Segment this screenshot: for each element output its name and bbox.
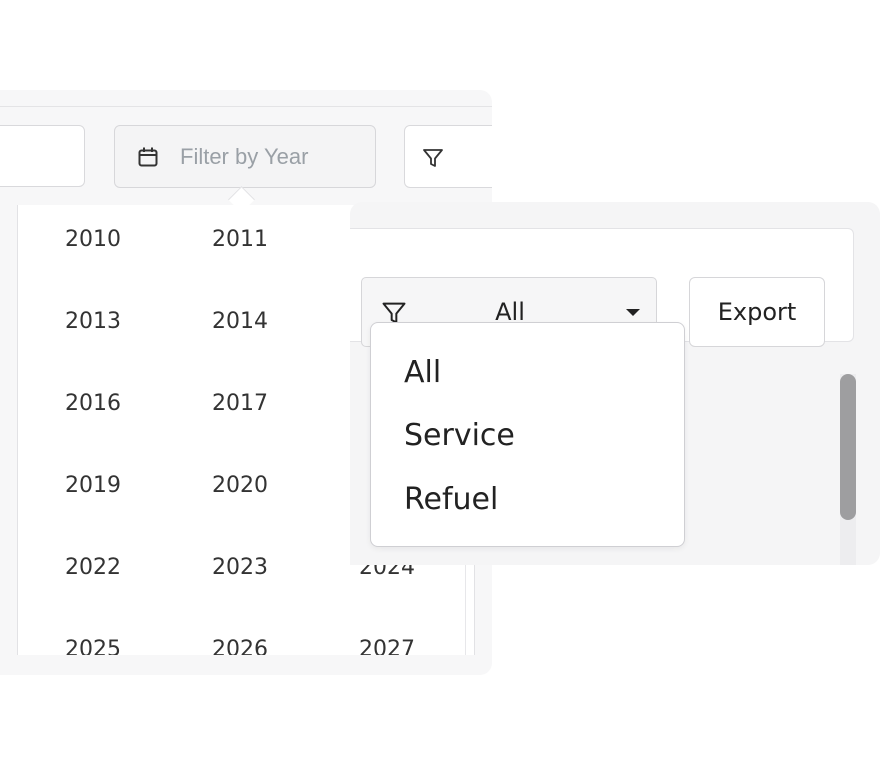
year-option[interactable]: 2025 bbox=[65, 636, 121, 655]
search-field[interactable] bbox=[0, 125, 85, 187]
panel-divider bbox=[0, 106, 492, 107]
caret-down-icon bbox=[626, 309, 640, 316]
year-option[interactable]: 2026 bbox=[212, 636, 268, 655]
type-filter-menu: All Service Refuel bbox=[370, 322, 685, 547]
year-option[interactable]: 2019 bbox=[65, 472, 121, 500]
year-option[interactable]: 2016 bbox=[65, 390, 121, 418]
year-option[interactable]: 2011 bbox=[212, 226, 268, 254]
export-button[interactable]: Export bbox=[689, 277, 825, 347]
calendar-icon bbox=[138, 147, 158, 167]
scrollbar-thumb[interactable] bbox=[840, 374, 856, 520]
year-option[interactable]: 2027 bbox=[359, 636, 415, 655]
year-option[interactable]: 2014 bbox=[212, 308, 268, 336]
year-option[interactable]: 2013 bbox=[65, 308, 121, 336]
menu-item-service[interactable]: Service bbox=[404, 418, 515, 454]
year-option[interactable]: 2010 bbox=[65, 226, 121, 254]
year-filter-input[interactable]: Filter by Year bbox=[114, 125, 376, 188]
filter-button[interactable] bbox=[404, 125, 492, 188]
year-filter-placeholder: Filter by Year bbox=[180, 144, 309, 169]
year-option[interactable]: 2017 bbox=[212, 390, 268, 418]
funnel-icon bbox=[423, 149, 443, 167]
year-option[interactable]: 2020 bbox=[212, 472, 268, 500]
menu-item-refuel[interactable]: Refuel bbox=[404, 482, 498, 518]
year-option[interactable]: 2022 bbox=[65, 554, 121, 582]
menu-item-all[interactable]: All bbox=[404, 355, 441, 391]
year-option[interactable]: 2023 bbox=[212, 554, 268, 582]
